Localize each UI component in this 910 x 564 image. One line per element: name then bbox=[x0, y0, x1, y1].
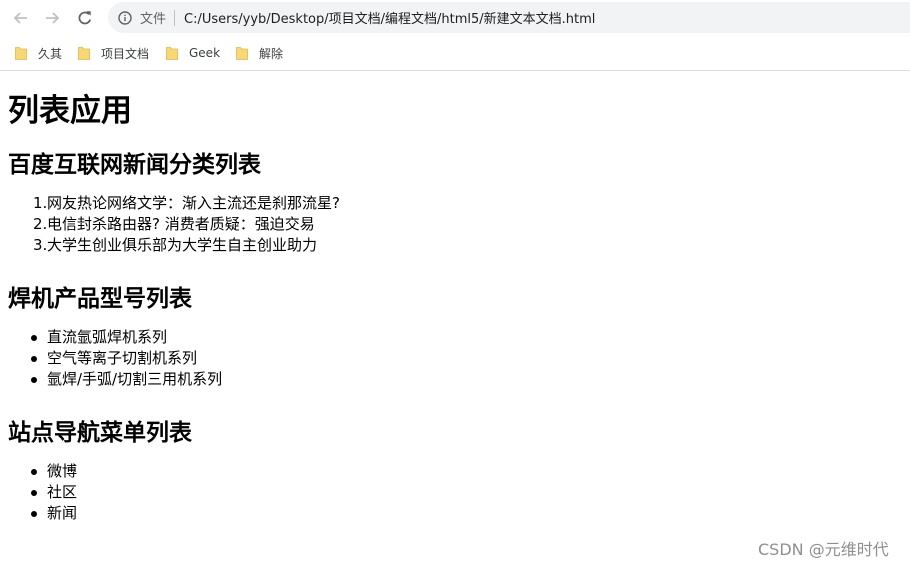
list-item: 2. 电信封杀路由器? 消费者质疑：强迫交易 bbox=[8, 214, 340, 235]
security-label: 文件 bbox=[140, 12, 167, 27]
list-item-text: 社区 bbox=[47, 483, 78, 501]
bookmark-label: Geek bbox=[189, 46, 221, 60]
bookmark-label: 项目文档 bbox=[101, 46, 150, 61]
url-text[interactable]: C:/Users/yyb/Desktop/项目文档/编程文档/html5/新建文… bbox=[184, 8, 595, 27]
bullet bbox=[31, 490, 37, 496]
unordered-list-nav: 微博 社区 新闻 bbox=[8, 461, 77, 524]
browser-toolbar: 文件 C:/Users/yyb/Desktop/项目文档/编程文档/html5/… bbox=[0, 0, 910, 36]
bullet bbox=[31, 469, 37, 475]
arrow-right-icon bbox=[46, 12, 60, 24]
reload-button[interactable] bbox=[73, 6, 97, 30]
unordered-list-welders: 直流氩弧焊机系列 空气等离子切割机系列 氩焊/手弧/切割三用机系列 bbox=[8, 327, 222, 390]
arrow-left-icon bbox=[13, 12, 27, 24]
folder-icon bbox=[236, 47, 248, 60]
section-heading-baidu-news: 百度互联网新闻分类列表 bbox=[8, 152, 261, 178]
list-item: 氩焊/手弧/切割三用机系列 bbox=[8, 369, 222, 390]
list-item-text: 大学生创业俱乐部为大学生自主创业助力 bbox=[47, 236, 318, 254]
address-bar[interactable]: 文件 C:/Users/yyb/Desktop/项目文档/编程文档/html5/… bbox=[108, 2, 910, 33]
list-item-text: 氩焊/手弧/切割三用机系列 bbox=[47, 370, 223, 388]
bullet bbox=[31, 335, 37, 341]
bullet bbox=[31, 511, 37, 517]
watermark: CSDN @元维时代 bbox=[758, 540, 889, 559]
list-item: 空气等离子切割机系列 bbox=[8, 348, 222, 369]
address-divider bbox=[174, 9, 176, 26]
list-item-text: 网友热论网络文学：渐入主流还是刹那流星? bbox=[47, 194, 340, 212]
bullet bbox=[31, 356, 37, 362]
info-icon[interactable] bbox=[118, 10, 132, 25]
list-item-text: 微博 bbox=[47, 462, 78, 480]
bookmark-geek[interactable]: Geek bbox=[166, 45, 220, 61]
folder-icon bbox=[15, 47, 27, 60]
bookmark-jiechu[interactable]: 解除 bbox=[236, 45, 283, 61]
list-number: 2. bbox=[33, 215, 48, 233]
list-item-text: 新闻 bbox=[47, 504, 78, 522]
list-item-text: 电信封杀路由器? 消费者质疑：强迫交易 bbox=[47, 215, 315, 233]
list-item-text: 直流氩弧焊机系列 bbox=[47, 328, 168, 346]
list-item: 1. 网友热论网络文学：渐入主流还是刹那流星? bbox=[8, 193, 340, 214]
list-item: 微博 bbox=[8, 461, 77, 482]
bookmark-jiuqi[interactable]: 久其 bbox=[15, 45, 62, 61]
list-item: 新闻 bbox=[8, 503, 77, 524]
bullet bbox=[31, 377, 37, 383]
list-item: 3. 大学生创业俱乐部为大学生自主创业助力 bbox=[8, 235, 340, 256]
list-number: 1. bbox=[33, 194, 48, 212]
bookmark-label: 久其 bbox=[38, 46, 63, 61]
list-item: 社区 bbox=[8, 482, 77, 503]
folder-icon bbox=[78, 47, 90, 60]
list-item-text: 空气等离子切割机系列 bbox=[47, 349, 198, 367]
ordered-list-news: 1. 网友热论网络文学：渐入主流还是刹那流星? 2. 电信封杀路由器? 消费者质疑：… bbox=[8, 193, 340, 256]
reload-icon bbox=[78, 11, 92, 25]
back-button[interactable] bbox=[8, 6, 32, 30]
bookmark-label: 解除 bbox=[259, 46, 284, 61]
bookmarks-bar: 久其 项目文档 Geek 解除 bbox=[0, 36, 910, 71]
folder-icon bbox=[166, 47, 178, 60]
section-heading-site-nav: 站点导航菜单列表 bbox=[8, 420, 192, 446]
forward-button[interactable] bbox=[41, 6, 65, 30]
list-item: 直流氩弧焊机系列 bbox=[8, 327, 222, 348]
bookmark-project-docs[interactable]: 项目文档 bbox=[78, 45, 149, 61]
page-title: 列表应用 bbox=[8, 93, 132, 129]
list-number: 3. bbox=[33, 236, 48, 254]
section-heading-welder-models: 焊机产品型号列表 bbox=[8, 286, 192, 312]
